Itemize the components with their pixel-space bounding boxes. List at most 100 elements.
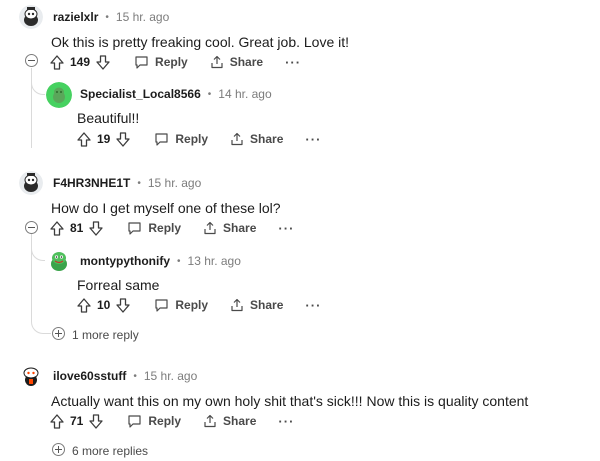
avatar[interactable] (19, 171, 43, 195)
share-button[interactable]: Share (203, 221, 256, 235)
more-options-button[interactable]: ··· (278, 221, 294, 236)
timestamp[interactable]: 15 hr. ago (148, 176, 201, 190)
separator-dot: • (105, 11, 109, 23)
comment-meta: ilove60sstuff • 15 hr. ago (53, 369, 197, 383)
vote-count: 71 (70, 414, 84, 428)
vote-group: 149 (50, 54, 110, 70)
downvote-arrow-icon[interactable] (116, 297, 131, 313)
downvote-arrow-icon[interactable] (116, 131, 131, 147)
expand-replies-icon[interactable] (52, 327, 65, 340)
vote-group: 71 (50, 413, 104, 429)
comment-text: How do I get myself one of these lol? (51, 200, 281, 216)
reply-button[interactable]: Reply (154, 132, 208, 146)
comment-actions: 149 Reply Share ··· (50, 52, 301, 72)
more-options-button[interactable]: ··· (278, 414, 294, 429)
share-icon (231, 132, 243, 146)
more-replies-connector (31, 312, 51, 334)
comment-actions: 81 Reply Share ··· (50, 218, 294, 238)
comment-text: Actually want this on my own holy shit t… (51, 393, 529, 409)
avatar[interactable] (46, 82, 72, 108)
comment-meta: razielxlr • 15 hr. ago (53, 10, 169, 24)
downvote-arrow-icon[interactable] (89, 413, 104, 429)
username[interactable]: F4HR3NHE1T (53, 176, 130, 190)
upvote-arrow-icon[interactable] (50, 220, 64, 236)
username[interactable]: razielxlr (53, 10, 98, 24)
comment-meta: Specialist_Local8566 • 14 hr. ago (80, 87, 272, 101)
share-label: Share (229, 55, 264, 69)
share-button[interactable]: Share (203, 414, 256, 428)
collapse-thread-icon[interactable] (25, 54, 38, 67)
share-icon (204, 414, 216, 428)
share-icon (204, 221, 216, 235)
timestamp[interactable]: 13 hr. ago (188, 254, 241, 268)
snoo-avatar-icon (19, 171, 43, 195)
comment-text: Forreal same (77, 277, 160, 293)
username[interactable]: montypythonify (80, 254, 170, 268)
reply-button[interactable]: Reply (134, 55, 188, 69)
vote-count: 149 (70, 55, 91, 69)
more-replies-link[interactable]: 1 more reply (72, 328, 139, 342)
reply-bubble-icon (135, 56, 148, 69)
share-label: Share (223, 221, 257, 235)
separator-dot: • (133, 370, 137, 382)
comment-actions: 19 Reply Share ··· (77, 129, 321, 149)
share-button[interactable]: Share (210, 55, 263, 69)
vote-group: 19 (77, 131, 131, 147)
reply-label: Reply (148, 414, 182, 428)
upvote-arrow-icon[interactable] (77, 131, 91, 147)
separator-dot: • (177, 255, 181, 267)
more-options-button[interactable]: ··· (305, 132, 321, 147)
comment-actions: 71 Reply Share ··· (50, 411, 294, 431)
downvote-arrow-icon[interactable] (96, 54, 110, 70)
comment-meta: montypythonify • 13 hr. ago (80, 254, 241, 268)
comment-text: Beautiful!! (77, 110, 140, 126)
upvote-arrow-icon[interactable] (77, 297, 91, 313)
vote-count: 19 (97, 132, 111, 146)
reply-connector (31, 234, 45, 261)
share-label: Share (223, 414, 257, 428)
timestamp[interactable]: 15 hr. ago (144, 369, 197, 383)
reply-bubble-icon (155, 133, 168, 146)
reply-button[interactable]: Reply (127, 414, 181, 428)
reply-label: Reply (175, 298, 209, 312)
username[interactable]: Specialist_Local8566 (80, 87, 201, 101)
reply-button[interactable]: Reply (154, 298, 208, 312)
snoo-avatar-icon (46, 248, 72, 274)
more-replies-link[interactable]: 6 more replies (72, 444, 148, 458)
avatar[interactable] (19, 363, 43, 387)
separator-dot: • (207, 88, 212, 100)
timestamp[interactable]: 14 hr. ago (218, 87, 271, 101)
share-icon (211, 55, 223, 69)
avatar[interactable] (19, 5, 43, 29)
collapse-thread-icon[interactable] (25, 221, 38, 234)
reply-bubble-icon (128, 222, 141, 235)
comment-actions: 10 Reply Share ··· (77, 295, 321, 315)
reply-bubble-icon (128, 415, 141, 428)
expand-replies-icon[interactable] (52, 443, 65, 456)
username[interactable]: ilove60sstuff (53, 369, 126, 383)
avatar[interactable] (46, 248, 72, 274)
vote-count: 10 (97, 298, 111, 312)
share-button[interactable]: Share (230, 298, 283, 312)
snoo-avatar-icon (46, 82, 72, 108)
timestamp[interactable]: 15 hr. ago (116, 10, 169, 24)
more-options-button[interactable]: ··· (305, 298, 321, 313)
share-button[interactable]: Share (230, 132, 283, 146)
share-label: Share (250, 298, 284, 312)
share-label: Share (250, 132, 284, 146)
reply-connector (31, 68, 45, 95)
comment-meta: F4HR3NHE1T • 15 hr. ago (53, 176, 201, 190)
reply-label: Reply (175, 132, 209, 146)
reply-label: Reply (155, 55, 188, 69)
vote-group: 10 (77, 297, 131, 313)
snoo-avatar-icon (19, 5, 43, 29)
vote-count: 81 (70, 221, 84, 235)
upvote-arrow-icon[interactable] (50, 54, 64, 70)
more-options-button[interactable]: ··· (285, 55, 301, 70)
snoo-avatar-icon (19, 363, 43, 387)
downvote-arrow-icon[interactable] (89, 220, 104, 236)
reply-label: Reply (148, 221, 182, 235)
vote-group: 81 (50, 220, 104, 236)
reply-button[interactable]: Reply (127, 221, 181, 235)
upvote-arrow-icon[interactable] (50, 413, 64, 429)
